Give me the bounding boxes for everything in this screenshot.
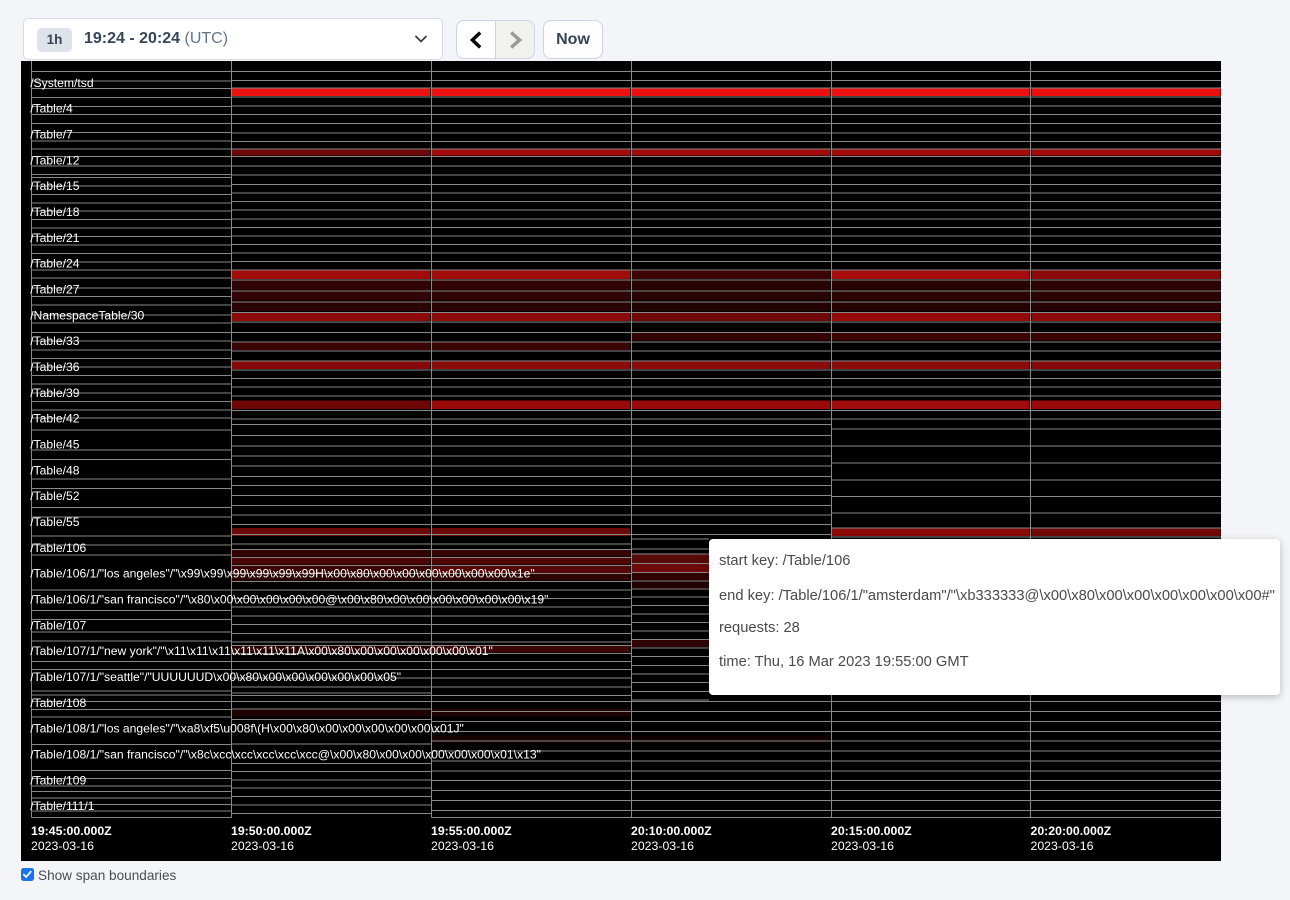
svg-text:/Table/108/1/"los angeles"/"\x: /Table/108/1/"los angeles"/"\xa8\xf5\u00… [30, 722, 464, 736]
svg-text:20:20:00.000Z: 20:20:00.000Z [1031, 824, 1112, 838]
svg-text:/Table/4: /Table/4 [30, 102, 73, 116]
svg-text:/System/tsd: /System/tsd [30, 76, 93, 90]
svg-text:/Table/108: /Table/108 [30, 696, 86, 710]
svg-text:/Table/107/1/"new york"/"\x11\: /Table/107/1/"new york"/"\x11\x11\x11\x1… [30, 644, 493, 658]
svg-text:/Table/106/1/"san francisco"/": /Table/106/1/"san francisco"/"\x80\x00\x… [30, 592, 548, 606]
svg-text:19:50:00.000Z: 19:50:00.000Z [231, 824, 312, 838]
svg-text:/Table/42: /Table/42 [30, 412, 80, 426]
svg-text:/NamespaceTable/30: /NamespaceTable/30 [30, 308, 144, 322]
svg-text:2023-03-16: 2023-03-16 [1031, 839, 1094, 853]
svg-text:/Table/109: /Table/109 [30, 773, 86, 787]
svg-text:/Table/52: /Table/52 [30, 489, 80, 503]
svg-text:20:15:00.000Z: 20:15:00.000Z [831, 824, 912, 838]
svg-text:/Table/55: /Table/55 [30, 515, 80, 529]
svg-text:/Table/12: /Table/12 [30, 153, 80, 167]
svg-text:2023-03-16: 2023-03-16 [231, 839, 294, 853]
svg-text:/Table/36: /Table/36 [30, 360, 80, 374]
svg-text:/Table/107/1/"seattle"/"UUUUUU: /Table/107/1/"seattle"/"UUUUUUD\x00\x80\… [30, 670, 401, 684]
svg-text:19:55:00.000Z: 19:55:00.000Z [431, 824, 512, 838]
svg-text:/Table/15: /Table/15 [30, 179, 80, 193]
svg-text:/Table/27: /Table/27 [30, 282, 80, 296]
svg-text:/Table/106/1/"los angeles"/"\x: /Table/106/1/"los angeles"/"\x99\x99\x99… [30, 567, 535, 581]
svg-text:/Table/21: /Table/21 [30, 231, 80, 245]
svg-text:2023-03-16: 2023-03-16 [431, 839, 494, 853]
svg-text:/Table/39: /Table/39 [30, 386, 80, 400]
svg-text:/Table/111/1: /Table/111/1 [30, 799, 95, 813]
svg-text:/Table/7: /Table/7 [30, 128, 73, 142]
svg-text:/Table/106: /Table/106 [30, 541, 86, 555]
svg-text:/Table/33: /Table/33 [30, 334, 80, 348]
svg-text:/Table/108/1/"san francisco"/": /Table/108/1/"san francisco"/"\x8c\xcc\x… [30, 747, 541, 761]
svg-text:/Table/48: /Table/48 [30, 463, 80, 477]
svg-text:/Table/18: /Table/18 [30, 205, 80, 219]
svg-text:19:45:00.000Z: 19:45:00.000Z [31, 824, 112, 838]
svg-text:/Table/24: /Table/24 [30, 257, 80, 271]
svg-text:/Table/45: /Table/45 [30, 437, 80, 451]
svg-text:/Table/107: /Table/107 [30, 618, 86, 632]
svg-text:2023-03-16: 2023-03-16 [631, 839, 694, 853]
svg-text:2023-03-16: 2023-03-16 [831, 839, 894, 853]
svg-text:20:10:00.000Z: 20:10:00.000Z [631, 824, 712, 838]
svg-text:2023-03-16: 2023-03-16 [31, 839, 94, 853]
